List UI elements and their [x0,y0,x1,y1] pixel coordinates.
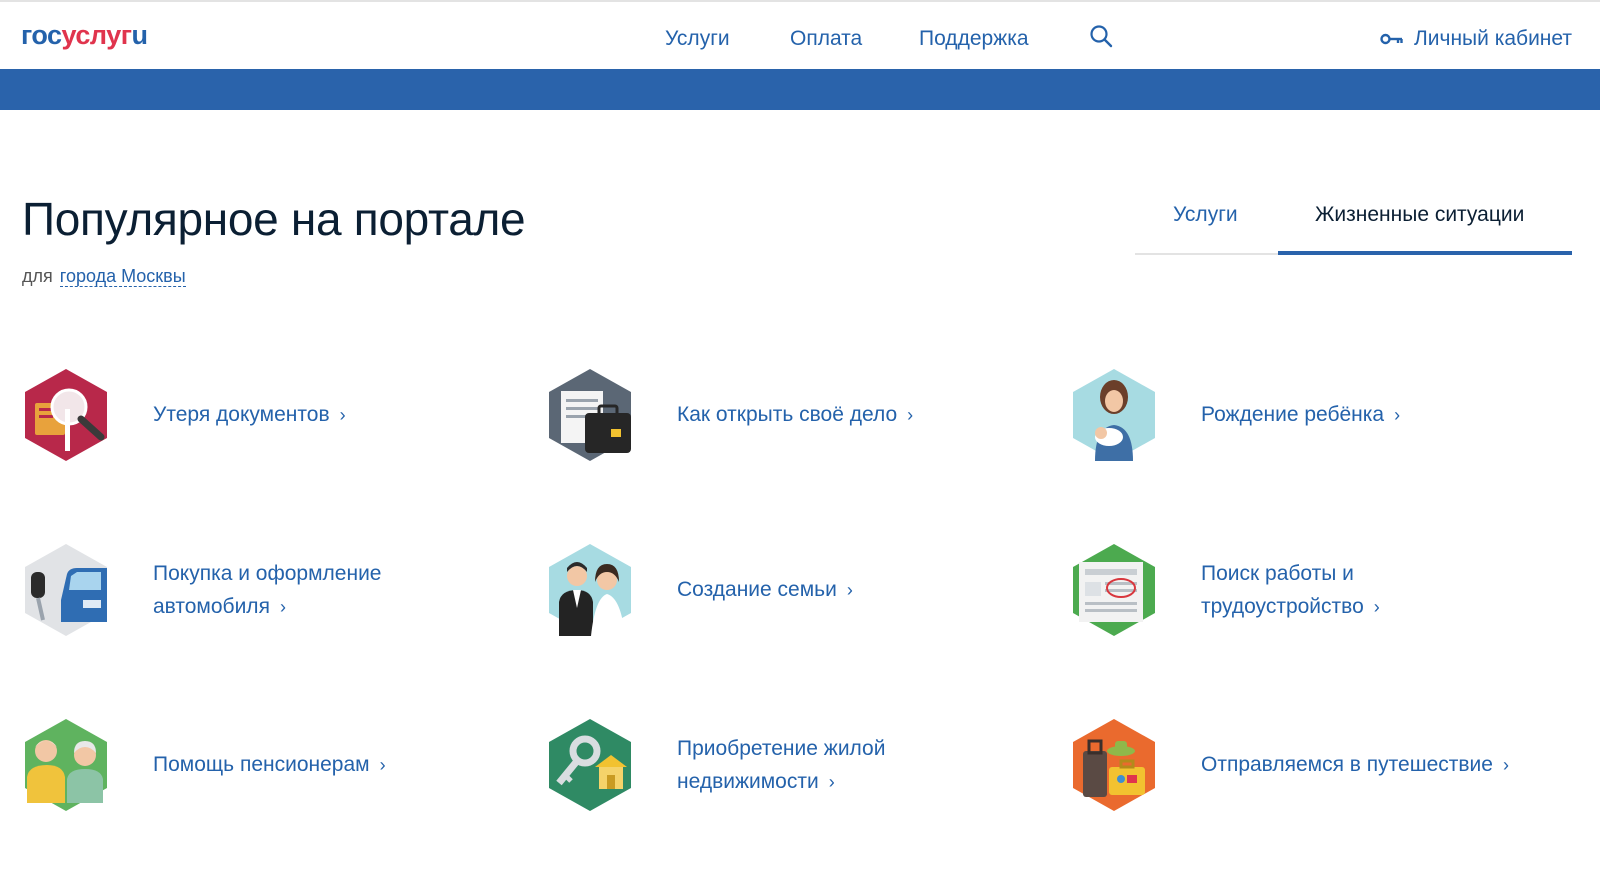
region-prefix: для [22,266,53,286]
house-key-icon [549,719,631,811]
personal-account-link[interactable]: Личный кабинет [1380,24,1572,54]
tab-life-situations[interactable]: Жизненные ситуации [1315,203,1524,227]
situation-label: Приобретение жилой недвижимости › [677,732,885,799]
chevron-right-icon: › [1394,405,1401,425]
situation-label: Поиск работы и трудоустройство › [1201,557,1380,624]
region-subtitle: для города Москвы [22,266,186,287]
logo-part-u: u [131,20,148,50]
situation-childbirth[interactable]: Рождение ребёнка › [1069,365,1589,465]
situation-label: Создание семьи › [677,573,853,607]
chevron-right-icon: › [907,405,914,425]
chevron-right-icon: › [1502,755,1509,775]
site-header: госуслугu Услуги Оплата Поддержка Личный… [0,2,1600,69]
gosuslugi-logo[interactable]: госуслугu [21,19,148,51]
travel-luggage-icon [1073,719,1155,811]
tab-services[interactable]: Услуги [1173,203,1238,227]
logo-part-uslug: услуг [61,20,132,50]
situation-label: Отправляемся в путешествие › [1201,748,1509,782]
situation-buy-car[interactable]: Покупка и оформление автомобиля › [21,540,541,640]
city-selector-link[interactable]: города Москвы [59,266,186,287]
situation-pensioners[interactable]: Помощь пенсионерам › [21,715,541,815]
situation-travel[interactable]: Отправляемся в путешествие › [1069,715,1589,815]
key-icon [1380,33,1403,45]
personal-account-label: Личный кабинет [1414,27,1572,50]
situation-label: Покупка и оформление автомобиля › [153,557,382,624]
nav-support[interactable]: Поддержка [919,24,1029,54]
situation-create-family[interactable]: Создание семьи › [545,540,1065,640]
situation-label: Помощь пенсионерам › [153,748,386,782]
chevron-right-icon: › [339,405,346,425]
mother-baby-icon [1073,369,1155,461]
situation-lost-documents[interactable]: Утеря документов › [21,365,541,465]
pensioners-icon [25,719,107,811]
car-key-icon [25,544,107,636]
chevron-right-icon: › [1373,596,1380,617]
chevron-right-icon: › [379,755,386,775]
situation-label: Рождение ребёнка › [1201,398,1400,432]
business-briefcase-icon [549,369,631,461]
content-tabs: Услуги Жизненные ситуации [1135,193,1572,255]
logo-part-gos: гос [21,20,62,50]
situation-label: Утеря документов › [153,398,346,432]
lost-documents-icon [25,369,107,461]
situation-open-business[interactable]: Как открыть своё дело › [545,365,1065,465]
chevron-right-icon: › [828,771,835,792]
situation-job-search[interactable]: Поиск работы и трудоустройство › [1069,540,1589,640]
nav-payment[interactable]: Оплата [790,24,862,54]
wedding-couple-icon [549,544,631,636]
situation-label: Как открыть своё дело › [677,398,913,432]
job-newspaper-icon [1073,544,1155,636]
chevron-right-icon: › [846,580,853,600]
active-tab-indicator [1278,251,1572,255]
search-icon[interactable] [1089,24,1115,52]
chevron-right-icon: › [279,596,286,617]
page-title: Популярное на портале [22,193,526,245]
situation-buy-property[interactable]: Приобретение жилой недвижимости › [545,715,1065,815]
nav-services[interactable]: Услуги [665,24,730,54]
header-banner-band [0,69,1600,110]
